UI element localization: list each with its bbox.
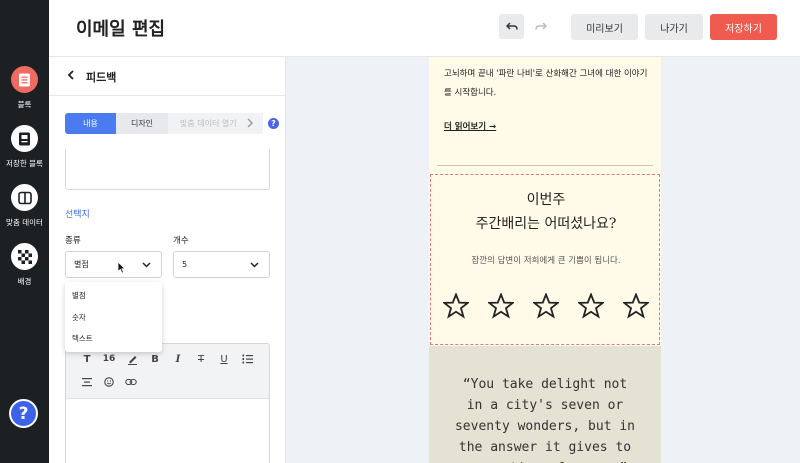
align-center-icon[interactable]: [80, 375, 94, 389]
feedback-title-line1: 이번주: [526, 192, 566, 208]
chevron-right-icon[interactable]: [247, 118, 253, 128]
chevron-down-icon: [142, 262, 151, 268]
undo-button[interactable]: [499, 14, 524, 39]
dropdown-option-text[interactable]: 텍스트: [72, 333, 93, 344]
star-rating: [443, 293, 649, 319]
help-button[interactable]: ?: [9, 399, 38, 428]
type-label: 종류: [65, 236, 81, 246]
left-rail: 블록 저장한 블록 맞춤 데이터 배경 ?: [0, 0, 49, 463]
save-button[interactable]: 저장하기: [710, 14, 777, 40]
rail-label-custom-data: 맞춤 데이터: [6, 218, 43, 227]
type-dropdown-menu: 별점 숫자 텍스트: [65, 282, 162, 352]
bold-icon[interactable]: B: [148, 352, 162, 366]
rail-item-custom-data[interactable]: 맞춤 데이터: [0, 184, 49, 228]
redo-icon: [534, 22, 547, 30]
text-editor[interactable]: T 16 B I T U: [65, 343, 270, 463]
star-icon[interactable]: [533, 293, 559, 319]
editor-panel: 피드백 내용 디자인 맞춤 데이터 열기 ? 선택지 종류 개수 별점 5 T …: [49, 57, 286, 463]
count-select-value: 5: [182, 260, 188, 269]
content-textarea[interactable]: [65, 149, 270, 190]
exit-button[interactable]: 나가기: [645, 14, 703, 40]
editor-toolbar: T 16 B I T U: [66, 344, 269, 399]
read-more-link[interactable]: 더 읽어보기 →: [444, 120, 496, 132]
rail-label-blocks: 블록: [17, 100, 32, 109]
rail-item-background[interactable]: 배경: [0, 243, 49, 287]
section-options-label: 선택지: [65, 210, 90, 220]
link-icon[interactable]: [124, 375, 138, 389]
font-icon[interactable]: T: [80, 352, 94, 366]
dropdown-option-number[interactable]: 숫자: [72, 312, 86, 323]
rail-item-saved-blocks[interactable]: 저장한 블록: [0, 125, 49, 169]
email-canvas: 고뇌하며 끝내 '파란 나비'로 산화해간 그녀에 대한 이야기를 시작합니다.…: [429, 57, 661, 463]
count-label: 개수: [173, 236, 189, 246]
star-icon[interactable]: [578, 293, 604, 319]
font-size-value[interactable]: 16: [102, 352, 116, 366]
feedback-subtitle: 잠깐의 답변이 저희에게 큰 기쁨이 됩니다.: [471, 256, 621, 266]
feedback-title: 이번주 주간배리는 어떠셨나요?: [431, 188, 661, 236]
top-bar: 이메일 편집 미리보기 나가기 저장하기: [49, 0, 800, 57]
quote-text: “You take delight not in a city's seven …: [454, 377, 635, 463]
mouse-cursor-icon: [117, 261, 126, 274]
list-icon[interactable]: [240, 352, 254, 366]
type-select-value: 별점: [74, 260, 89, 269]
saved-blocks-icon: [11, 125, 38, 152]
count-select[interactable]: 5: [173, 251, 270, 278]
custom-data-icon: [11, 184, 38, 211]
strikethrough-icon[interactable]: T: [194, 352, 208, 366]
quote-block[interactable]: “You take delight not in a city's seven …: [429, 346, 661, 463]
text-color-icon[interactable]: [125, 352, 139, 366]
dropdown-option-rating[interactable]: 별점: [72, 290, 86, 301]
underline-icon[interactable]: U: [217, 352, 231, 366]
feedback-title-line2: 주간배리는 어떠셨나요?: [475, 216, 617, 232]
emoji-icon[interactable]: [102, 375, 116, 389]
email-preview-area: 고뇌하며 끝내 '파란 나비'로 산화해간 그녀에 대한 이야기를 시작합니다.…: [286, 57, 800, 463]
redo-button[interactable]: [528, 14, 553, 39]
checkerboard-icon: [11, 243, 38, 270]
italic-icon[interactable]: I: [171, 352, 185, 366]
star-icon[interactable]: [488, 293, 514, 319]
page-title: 이메일 편집: [76, 19, 166, 40]
email-divider: [437, 165, 653, 166]
rail-label-background: 배경: [17, 277, 32, 286]
rail-label-saved-blocks: 저장한 블록: [6, 159, 43, 168]
chevron-down-icon: [250, 262, 259, 268]
star-icon[interactable]: [623, 293, 649, 319]
panel-title: 피드백: [86, 71, 117, 84]
tab-content[interactable]: 내용: [65, 113, 116, 134]
type-select[interactable]: 별점: [65, 251, 162, 278]
block-list-icon: [11, 66, 38, 93]
tab-design[interactable]: 디자인: [116, 113, 168, 134]
help-icon[interactable]: ?: [268, 118, 279, 129]
star-icon[interactable]: [443, 293, 469, 319]
feedback-block[interactable]: 이번주 주간배리는 어떠셨나요? 잠깐의 답변이 저희에게 큰 기쁨이 됩니다.: [430, 174, 660, 345]
panel-header: 피드백: [49, 57, 285, 96]
undo-icon: [505, 22, 518, 30]
back-chevron-icon[interactable]: [67, 70, 75, 80]
rail-item-blocks[interactable]: 블록: [0, 66, 49, 110]
preview-button[interactable]: 미리보기: [571, 14, 638, 40]
email-body-text: 고뇌하며 끝내 '파란 나비'로 산화해간 그녀에 대한 이야기를 시작합니다.: [444, 69, 648, 98]
